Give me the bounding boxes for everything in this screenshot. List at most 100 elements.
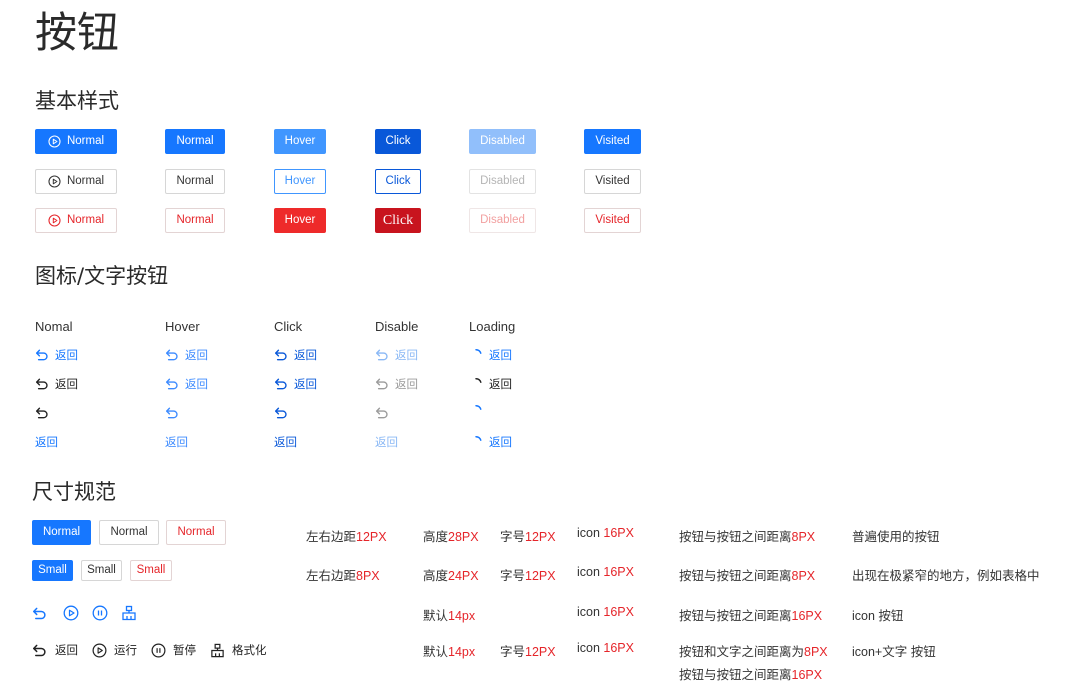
spec-label: 字号 [500, 569, 526, 583]
spec-value: 24PX [448, 569, 479, 583]
play-circle-icon [48, 214, 61, 227]
spec-usage: icon+文字 按钮 [852, 645, 936, 659]
button-label: 返回 [489, 437, 512, 449]
normal-size-danger-button[interactable]: Normal [166, 520, 226, 545]
primary-icon-button-normal[interactable]: Normal [35, 129, 117, 154]
button-label: 返回 [55, 379, 78, 391]
default-button-click[interactable]: Click [375, 169, 421, 194]
column-header-hover: Hover [165, 319, 200, 334]
spec-label: 字号 [500, 530, 526, 544]
column-header-loading: Loading [469, 319, 516, 334]
section-title-size: 尺寸规范 [32, 480, 116, 504]
icon-only-button-hover[interactable] [165, 405, 185, 421]
small-size-default-button[interactable]: Small [81, 560, 122, 581]
default-button-normal[interactable]: Normal [165, 169, 225, 194]
button-label: 返回 [294, 379, 317, 391]
spec-padding: 左右边距8PX [306, 565, 380, 584]
button-label: Normal [110, 525, 148, 538]
spec-icon-size: icon 16PX [577, 526, 634, 540]
spec-value: 8PX [804, 645, 828, 659]
icon-only-button-click[interactable] [274, 405, 294, 421]
run-button[interactable]: 运行 [92, 642, 137, 658]
spec-value: 8PX [791, 569, 816, 583]
spec-value: 8PX [791, 530, 816, 544]
spec-value: 16PX [603, 526, 634, 540]
spec-label: 高度 [423, 569, 449, 583]
format-icon[interactable] [121, 605, 137, 621]
button-label: Normal [66, 134, 105, 147]
button-label: 返回 [55, 645, 78, 657]
text-button-blue-click[interactable]: 返回 [274, 347, 317, 363]
spec-value: 12PX [525, 645, 556, 659]
text-button-dark-hover[interactable]: 返回 [165, 376, 208, 392]
danger-button-visited[interactable]: Visited [584, 208, 641, 233]
primary-button-normal[interactable]: Normal [165, 129, 225, 154]
button-label: Disabled [480, 213, 525, 226]
text-only-button-loading: 返回 [469, 434, 512, 450]
play-circle-icon [92, 643, 107, 657]
spec-usage: 普遍使用的按钮 [852, 530, 940, 544]
button-label: Disabled [480, 134, 525, 147]
text-button-blue-hover[interactable]: 返回 [165, 347, 208, 363]
text-button-blue-normal[interactable]: 返回 [35, 347, 78, 363]
spec-value: 12PX [356, 530, 387, 544]
format-button[interactable]: 格式化 [210, 642, 267, 658]
button-label: Click [385, 174, 411, 187]
text-only-button-click[interactable]: 返回 [274, 434, 297, 450]
button-label: 返回 [395, 379, 418, 391]
icon-only-button-normal[interactable] [35, 405, 55, 421]
spec-value: 12PX [525, 569, 556, 583]
button-label: Disabled [480, 174, 525, 187]
button-label: 返回 [274, 437, 297, 449]
spec-usage: icon 按钮 [852, 609, 904, 623]
primary-button-hover[interactable]: Hover [274, 129, 326, 154]
spec-label: 按钮与按钮之间距离 [679, 569, 792, 583]
undo-icon [166, 407, 178, 419]
primary-button-visited[interactable]: Visited [584, 129, 641, 154]
normal-size-primary-button[interactable]: Normal [32, 520, 91, 545]
column-header-normal: Nomal [35, 319, 73, 334]
undo-button[interactable]: 返回 [32, 642, 78, 658]
spec-label: 按钮与按钮之间距离 [679, 609, 792, 623]
danger-button-hover[interactable]: Hover [274, 208, 326, 233]
default-button-visited[interactable]: Visited [584, 169, 641, 194]
danger-button-click[interactable]: Click [375, 208, 421, 233]
normal-size-default-button[interactable]: Normal [99, 520, 159, 545]
undo-icon[interactable] [32, 607, 47, 620]
spec-gap-2: 按钮与按钮之间距离16PX [679, 664, 822, 683]
icon-only-button-disabled [375, 405, 395, 421]
default-icon-button-normal[interactable]: Normal [35, 169, 117, 194]
small-size-danger-button[interactable]: Small [130, 560, 172, 581]
spec-value: 28PX [448, 530, 479, 544]
button-label: Normal [66, 213, 105, 226]
text-button-dark-click[interactable]: 返回 [274, 376, 317, 392]
button-label: Small [136, 563, 166, 576]
button-label: Small [87, 563, 116, 576]
danger-icon-button-normal[interactable]: Normal [35, 208, 117, 233]
section-title-icon-text: 图标/文字按钮 [35, 264, 169, 288]
pause-circle-icon[interactable] [92, 605, 108, 621]
format-icon [211, 643, 224, 657]
text-button-dark-normal[interactable]: 返回 [35, 376, 78, 392]
spec-padding: 左右边距12PX [306, 526, 387, 545]
spec-label: 默认 [423, 609, 449, 623]
text-only-button-normal[interactable]: 返回 [35, 434, 58, 450]
primary-button-click[interactable]: Click [375, 129, 421, 154]
button-label: 返回 [489, 350, 512, 362]
play-circle-icon[interactable] [63, 605, 79, 621]
spec-height: 高度24PX [423, 565, 479, 584]
button-label: 返回 [35, 437, 58, 449]
spec-value: 16PX [603, 641, 634, 655]
button-label: 返回 [185, 379, 208, 391]
pause-button[interactable]: 暂停 [151, 642, 196, 658]
spec-font-size: 字号12PX [500, 641, 556, 660]
default-button-hover[interactable]: Hover [274, 169, 326, 194]
play-circle-icon [48, 135, 61, 148]
spec-gap: 按钮与按钮之间距离8PX [679, 565, 815, 584]
undo-icon [275, 349, 287, 361]
text-only-button-hover[interactable]: 返回 [165, 434, 188, 450]
default-button-disabled: Disabled [469, 169, 536, 194]
icon-only-button-loading [469, 403, 489, 419]
danger-button-normal[interactable]: Normal [165, 208, 225, 233]
small-size-primary-button[interactable]: Small [32, 560, 73, 581]
